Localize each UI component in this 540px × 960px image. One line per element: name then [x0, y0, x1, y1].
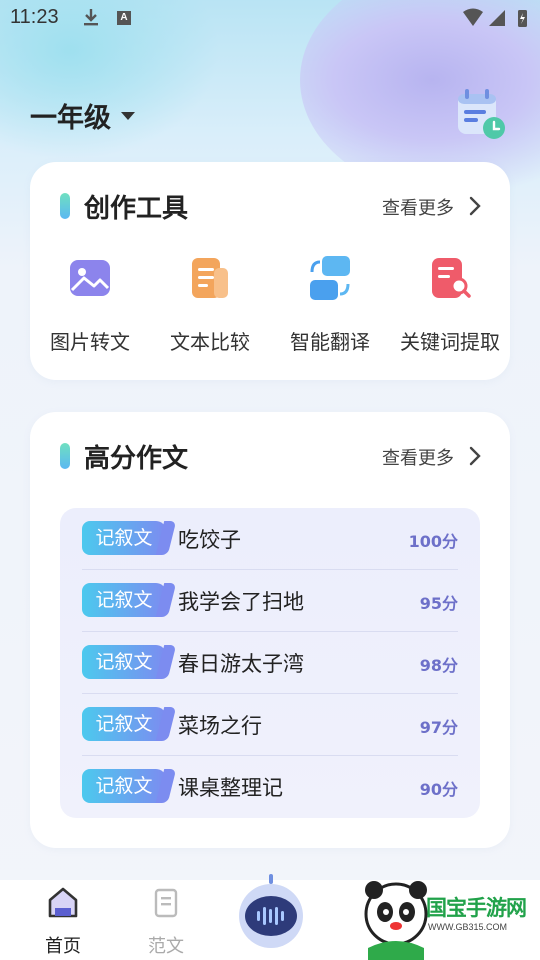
- title-accent-bar: [60, 443, 70, 469]
- essays-card-header: 高分作文 查看更多: [30, 412, 510, 498]
- grade-label: 一年级: [30, 103, 111, 134]
- essay-score: 98分: [419, 656, 458, 675]
- cell-signal-icon: [489, 10, 505, 26]
- ai-robot-button-icon[interactable]: [234, 874, 308, 948]
- tool-label: 文本比较: [170, 330, 250, 354]
- chevron-right-icon[interactable]: [468, 446, 482, 466]
- essays-more-link[interactable]: 查看更多: [382, 444, 454, 470]
- essay-list: 记叙文 吃饺子 100分 记叙文 我学会了扫地 95分 记叙文 春日游太子湾 9…: [60, 508, 480, 818]
- essay-score: 100分: [408, 532, 458, 551]
- nav-samples[interactable]: 范文: [126, 886, 206, 957]
- essay-row[interactable]: 记叙文 吃饺子 100分: [82, 508, 458, 570]
- tool-keyword-extract[interactable]: 关键词提取: [390, 254, 510, 364]
- essay-row[interactable]: 记叙文 春日游太子湾 98分: [82, 632, 458, 694]
- status-bar: 11:23 A: [0, 0, 540, 36]
- download-icon: [84, 9, 98, 26]
- status-time: 11:23: [10, 6, 59, 28]
- tool-smart-translate[interactable]: 智能翻译: [270, 254, 390, 364]
- genre-tag: 记叙文: [82, 769, 166, 803]
- home-icon: [48, 887, 78, 918]
- panda-logo-icon: [364, 881, 428, 960]
- title-accent-bar: [60, 193, 70, 219]
- grade-selector[interactable]: 一年级: [30, 96, 135, 135]
- essays-card-title: 高分作文: [84, 444, 189, 474]
- signal-icons: [463, 8, 527, 27]
- essays-card: 高分作文 查看更多 记叙文 吃饺子 100分 记叙文 我学会了扫地 95分 记叙…: [30, 412, 510, 848]
- tools-more-link[interactable]: 查看更多: [382, 194, 454, 220]
- chevron-right-icon[interactable]: [468, 196, 482, 216]
- a-badge-icon: A: [117, 11, 131, 25]
- essay-row[interactable]: 记叙文 我学会了扫地 95分: [82, 570, 458, 632]
- watermark-text: 国宝手游网: [426, 896, 527, 920]
- essay-score: 95分: [419, 594, 458, 613]
- essay-score: 97分: [419, 718, 458, 737]
- essay-title: 菜场之行: [178, 714, 262, 738]
- genre-tag: 记叙文: [82, 645, 166, 679]
- wifi-icon: [463, 8, 483, 26]
- tool-image-to-text[interactable]: 图片转文: [30, 254, 150, 364]
- tool-label: 关键词提取: [400, 330, 500, 354]
- essay-row[interactable]: 记叙文 课桌整理记 90分: [82, 756, 458, 818]
- keyword-search-icon: [432, 258, 471, 298]
- watermark-url: WWW.GB315.COM: [428, 922, 508, 932]
- nav-samples-label: 范文: [148, 936, 184, 957]
- watermark: 国宝手游网 WWW.GB315.COM: [360, 870, 540, 960]
- essay-title: 吃饺子: [178, 528, 241, 552]
- document-icon: [192, 258, 228, 298]
- nav-home-label: 首页: [45, 936, 81, 957]
- translate-icon: [310, 256, 350, 300]
- essay-title: 春日游太子湾: [178, 652, 304, 676]
- genre-tag: 记叙文: [82, 707, 166, 741]
- calendar-icon[interactable]: [452, 86, 508, 142]
- essay-row[interactable]: 记叙文 菜场之行 97分: [82, 694, 458, 756]
- essay-title: 课桌整理记: [178, 776, 283, 800]
- tool-label: 图片转文: [50, 330, 130, 354]
- nav-home[interactable]: 首页: [23, 886, 103, 957]
- tools-card-header: 创作工具 查看更多: [30, 162, 510, 248]
- genre-tag: 记叙文: [82, 521, 166, 555]
- tool-label: 智能翻译: [290, 330, 370, 354]
- tool-text-compare[interactable]: 文本比较: [150, 254, 270, 364]
- tools-card-title: 创作工具: [84, 194, 189, 224]
- essay-book-icon: [154, 888, 178, 918]
- genre-tag: 记叙文: [82, 583, 166, 617]
- essay-score: 90分: [419, 780, 458, 799]
- caret-down-icon: [121, 111, 135, 120]
- essay-title: 我学会了扫地: [178, 590, 304, 614]
- tools-grid: 图片转文 文本比较 智能翻译 关键词提取: [30, 254, 510, 364]
- image-icon: [70, 260, 110, 296]
- tools-card: 创作工具 查看更多 图片转文 文本比较 智能翻译 关键词提取: [30, 162, 510, 380]
